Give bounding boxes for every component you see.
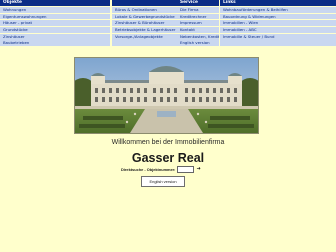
nav-item-empty [220, 40, 336, 47]
nav-item-immobilie-steuer[interactable]: Immobilie & Steuer / Bund [220, 33, 336, 40]
nav-column-objekte: Objekte Wohnungen Eigentumswohnungen Häu… [0, 0, 110, 52]
nav-item-haeuser-privat[interactable]: Häuser - privat [0, 20, 110, 27]
nav-item-kontakt[interactable]: Kontakt [178, 27, 219, 33]
nav-item-eigentumswohnungen[interactable]: Eigentumswohnungen [0, 13, 110, 20]
top-navigation: Objekte Wohnungen Eigentumswohnungen Häu… [0, 0, 336, 52]
hero-photo [74, 57, 259, 134]
nav-item-english-version[interactable]: English version [178, 40, 219, 47]
nav-item-wohnbaufoerderungen[interactable]: Wohnbauförderungen & Beihilfen [220, 7, 336, 13]
nav-heading-links: Links [220, 0, 336, 6]
nav-item-bauordnung[interactable]: Bauordnung & Widmungen [220, 13, 336, 20]
nav-item-baubetrieben[interactable]: Baubetrieben [0, 40, 110, 47]
object-number-input[interactable] [177, 165, 195, 173]
english-version-button[interactable]: English version [141, 176, 185, 187]
palace-photo [75, 58, 258, 133]
nav-heading-service: Service [178, 0, 219, 6]
object-search: Direktsuche - Objektnummer: ➜ [121, 165, 201, 173]
nav-item-die-firma[interactable]: Die Firma [178, 7, 219, 13]
nav-heading-objekte: Objekte [0, 0, 110, 6]
nav-item-grundstuecke[interactable]: Grundstücke [0, 27, 110, 33]
nav-item-immobilien-wien[interactable]: Immobilien - Wien [220, 20, 336, 27]
nav-item-nebenkosten[interactable]: Nebenkosten, Kreditrechner, AGB [178, 33, 219, 40]
nav-column-service: Service Die Firma Kreditrechner Impressu… [178, 0, 219, 52]
arrow-right-icon[interactable]: ➜ [196, 166, 200, 172]
nav-item-wohnungen[interactable]: Wohnungen [0, 7, 110, 13]
search-label: Direktsuche - Objektnummer: [121, 166, 176, 172]
company-name: Gasser Real [131, 151, 205, 165]
nav-item-impressum[interactable]: Impressum [178, 20, 219, 27]
welcome-text: Willkommen bei der Immobilienfirma [111, 139, 225, 146]
nav-item-zinshaeuser[interactable]: Zinshäuser [0, 33, 110, 40]
nav-item-immobilien-abc[interactable]: Immobilien - ABC [220, 27, 336, 33]
nav-item-kreditrechner[interactable]: Kreditrechner [178, 13, 219, 20]
nav-column-links: Links Wohnbauförderungen & Beihilfen Bau… [220, 0, 336, 52]
